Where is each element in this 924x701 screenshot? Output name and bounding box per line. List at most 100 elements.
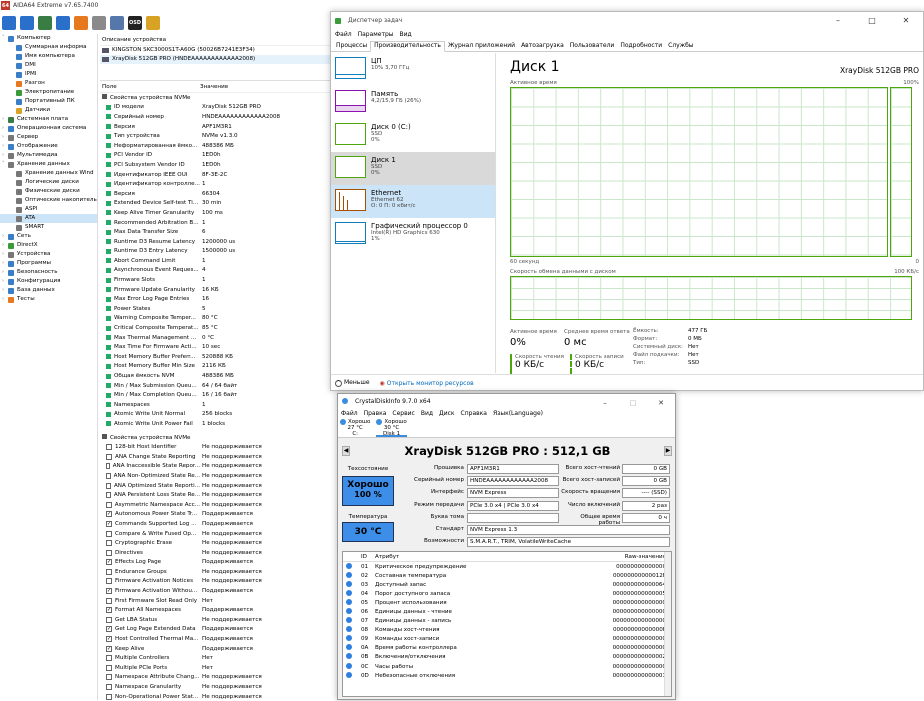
property-row[interactable]: Max Time For Firmware Acti... 10 sec <box>100 342 330 352</box>
property-row[interactable]: Max Error Log Page Entries 16 <box>100 294 330 304</box>
tab[interactable]: Процессы <box>333 42 370 51</box>
forward-arrow-button[interactable] <box>20 16 34 30</box>
smart-attribute-row[interactable]: 02 Составная температура 00000000000012F <box>343 571 671 580</box>
tab[interactable]: Производительность <box>370 41 445 52</box>
tab[interactable]: Подробности <box>617 42 665 51</box>
tree-item[interactable]: ASPI <box>0 205 97 214</box>
property-row[interactable]: ID модели XrayDisk 512GB PRO <box>100 103 330 113</box>
resource-item[interactable]: Память 4,2/15,9 ГБ (26%) <box>331 86 495 119</box>
tab[interactable]: Автозагрузка <box>518 42 567 51</box>
gauge-button[interactable] <box>146 16 160 30</box>
flame-button[interactable] <box>74 16 88 30</box>
tree-item[interactable]: › Отображение <box>0 142 97 151</box>
property-row[interactable]: Asynchronous Event Reques... 4 <box>100 266 330 276</box>
property-row[interactable]: Идентификатор IEEE OUI 8F-3E-2C <box>100 170 330 180</box>
property-row[interactable]: PCI Subsystem Vendor ID 1ED0h <box>100 160 330 170</box>
feature-row[interactable]: ✓ Firmware Activation Withou... Поддержива… <box>100 586 330 596</box>
property-row[interactable]: Runtime D3 Resume Latency 1200000 us <box>100 237 330 247</box>
tree-item[interactable]: SMART <box>0 223 97 232</box>
property-row[interactable]: Namespaces 1 <box>100 400 330 410</box>
property-row[interactable]: Max Thermal Management ... 0 °C <box>100 333 330 343</box>
tree-item[interactable]: › Операционная система <box>0 124 97 133</box>
property-row[interactable]: Firmware Update Granularity 16 КБ <box>100 285 330 295</box>
property-row[interactable]: Тип устройства NVMe v1.3.0 <box>100 131 330 141</box>
property-row[interactable]: Power States 5 <box>100 304 330 314</box>
tree-item[interactable]: › Безопасность <box>0 268 97 277</box>
feature-row[interactable]: ✓ Autonomous Power State Tr... Поддерживае… <box>100 510 330 520</box>
resource-item[interactable]: Диск 0 (C:) SSD 0% <box>331 119 495 152</box>
menu-item[interactable]: Вид <box>400 31 412 38</box>
close-button[interactable]: ✕ <box>889 12 923 29</box>
tree-item[interactable]: Имя компьютера <box>0 52 97 61</box>
smart-attribute-row[interactable]: 0B Включения/отключения 000000000000002 <box>343 653 671 662</box>
tree-item[interactable]: Логические диски <box>0 178 97 187</box>
feature-row[interactable]: ✓ Get Log Page Extended Data Поддерживаетс… <box>100 625 330 635</box>
smart-attribute-row[interactable]: 01 Критическое предупреждение 000000000000… <box>343 562 671 571</box>
user-button[interactable] <box>110 16 124 30</box>
property-row[interactable]: Critical Composite Temperat... 85 °C <box>100 323 330 333</box>
property-row[interactable]: Min / Max Submission Queu... 64 / 64 байт <box>100 381 330 391</box>
feature-row[interactable]: ANA Inaccessible State Repor... Не поддер… <box>100 462 330 472</box>
resource-item[interactable]: ЦП 10% 3,70 ГГц <box>331 53 495 86</box>
tree-item[interactable]: Разгон <box>0 79 97 88</box>
tree-item[interactable]: › Программы <box>0 259 97 268</box>
feature-row[interactable]: ANA Persistent Loss State Re... Не поддер… <box>100 490 330 500</box>
feature-row[interactable]: Namespace Granularity Не поддерживается <box>100 682 330 692</box>
header-raw-values[interactable]: Raw-значения <box>608 554 666 560</box>
tree-item[interactable]: Портативный ПК <box>0 97 97 106</box>
tree-item[interactable]: › Конфигурация <box>0 277 97 286</box>
back-arrow-button[interactable] <box>2 16 16 30</box>
property-row[interactable]: Общая ёмкость NVM 488386 МБ <box>100 371 330 381</box>
smart-attribute-row[interactable]: 0C Часы работы 000000000000000 <box>343 662 671 671</box>
resource-item[interactable]: Графический процессор 0 Intel(R) HD Graph… <box>331 218 495 251</box>
smart-attribute-row[interactable]: 07 Единицы данных - запись 000000000000000 <box>343 617 671 626</box>
smart-attribute-row[interactable]: 08 Команды хост-чтения 00000000000000F <box>343 626 671 635</box>
property-row[interactable]: Firmware Slots 1 <box>100 275 330 285</box>
property-row[interactable]: Неформатированная ёмко... 488386 МБ <box>100 141 330 151</box>
menu-item[interactable]: Файл <box>335 31 352 38</box>
property-row[interactable]: Host Memory Buffer Preferr... 520888 КБ <box>100 352 330 362</box>
feature-row[interactable]: Endurance Groups Не поддерживается <box>100 567 330 577</box>
tree-item[interactable]: › Сервер <box>0 133 97 142</box>
property-row[interactable]: Версия 66304 <box>100 189 330 199</box>
feature-row[interactable]: Firmware Activation Notices Не поддержива… <box>100 577 330 587</box>
tree-item[interactable]: › Системная плата <box>0 115 97 124</box>
feature-row[interactable]: ✓ Commands Supported Log ... Поддерживаетс… <box>100 519 330 529</box>
smart-attribute-row[interactable]: 09 Команды хост-записи 000000000000000 <box>343 635 671 644</box>
feature-row[interactable]: Get LBA Status Не поддерживается <box>100 615 330 625</box>
smart-attribute-row[interactable]: 04 Порог доступного запаса 000000000000005 <box>343 589 671 598</box>
feature-row[interactable]: ANA Change State Reporting Не поддерживае… <box>100 452 330 462</box>
feature-row[interactable]: ✓ Keep Alive Поддерживается <box>100 644 330 654</box>
feature-row[interactable]: ANA Non-Optimized State Re... Не поддержи… <box>100 471 330 481</box>
device-row[interactable]: KINGSTON SKC3000S1T-A60G (50026B7241E3F3… <box>100 46 330 55</box>
tree-item[interactable]: › DirectX <box>0 241 97 250</box>
column-value[interactable]: Значение <box>200 84 228 90</box>
osd-button[interactable]: OSD <box>128 16 142 30</box>
tree-item[interactable]: Оптические накопитель <box>0 196 97 205</box>
column-field[interactable]: Поле <box>100 84 200 90</box>
tab[interactable]: Пользователи <box>567 42 618 51</box>
header-attribute[interactable]: Атрибут <box>375 554 608 560</box>
property-row[interactable]: Версия APF1M3R1 <box>100 122 330 132</box>
smart-attribute-row[interactable]: 0A Время работы контроллера 00000000000000… <box>343 644 671 653</box>
smart-attribute-row[interactable]: 0D Небезопасные отключения 000000000000001 <box>343 671 671 680</box>
tab[interactable]: Журнал приложений <box>445 42 518 51</box>
tree-item[interactable]: ˅ Хранение данных <box>0 160 97 169</box>
feature-row[interactable]: 128-bit Host Identifier Не поддерживается <box>100 442 330 452</box>
feature-row[interactable]: ✓ Host Controlled Thermal Ma... Поддержива… <box>100 634 330 644</box>
tree-item[interactable]: Датчики <box>0 106 97 115</box>
property-row[interactable]: Keep Alive Timer Granularity 100 ms <box>100 208 330 218</box>
feature-row[interactable]: Asymmetric Namespace Acc... Не поддержива… <box>100 500 330 510</box>
feature-row[interactable]: First Firmware Slot Read Only Нет <box>100 596 330 606</box>
smart-attribute-row[interactable]: 06 Единицы данных - чтение 000000000000000 <box>343 607 671 616</box>
tools-button[interactable] <box>92 16 106 30</box>
smart-attribute-row[interactable]: 05 Процент использования 000000000000000 <box>343 598 671 607</box>
property-row[interactable]: Recommended Arbitration B... 1 <box>100 218 330 228</box>
resource-item[interactable]: Диск 1 SSD 0% <box>331 152 495 185</box>
tab[interactable]: Службы <box>665 42 696 51</box>
open-resource-monitor-link[interactable]: ◉ Открыть монитор ресурсов <box>380 380 474 387</box>
feature-row[interactable]: Cryptographic Erase Не поддерживается <box>100 538 330 548</box>
property-row[interactable]: Идентификатор контролле... 1 <box>100 179 330 189</box>
smart-attribute-row[interactable]: 03 Доступный запас 000000000000064 <box>343 580 671 589</box>
feature-row[interactable]: ✓ Format All Namespaces Поддерживается <box>100 605 330 615</box>
